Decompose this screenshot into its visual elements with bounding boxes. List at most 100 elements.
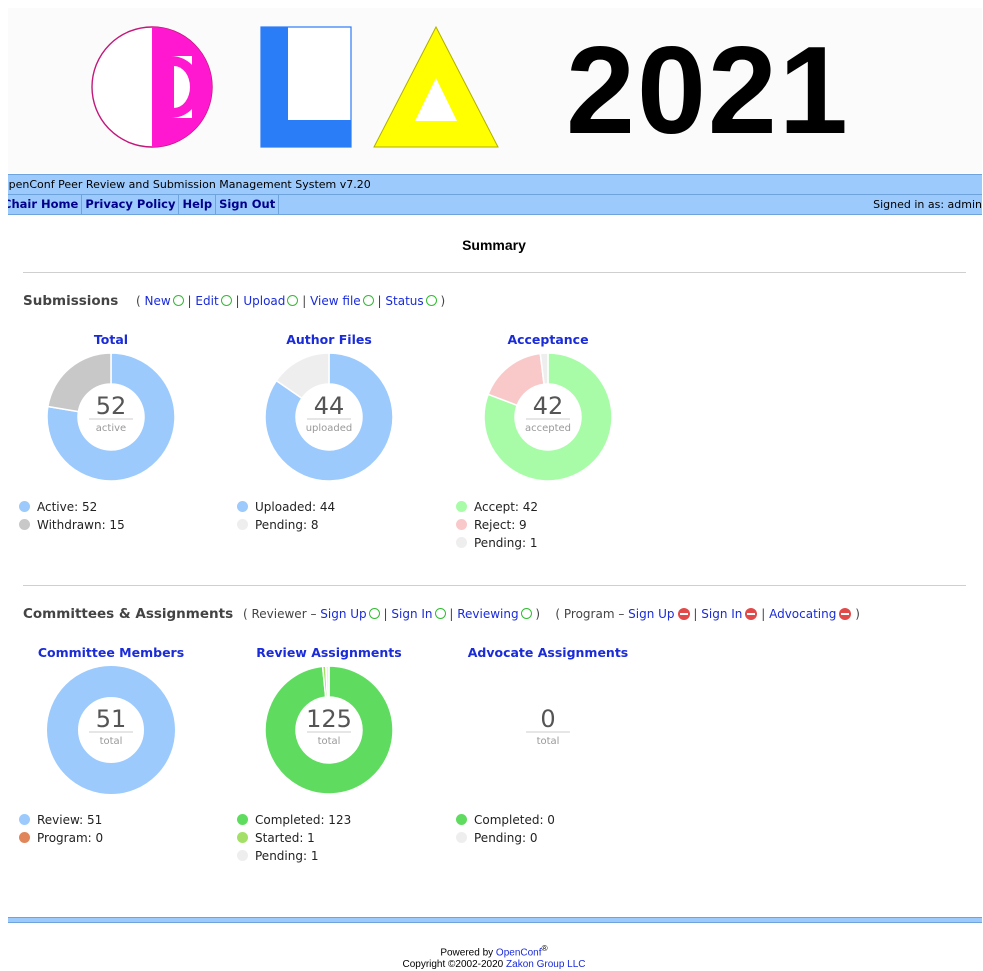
reviewer-sign-in-link[interactable]: Sign In [391,607,432,621]
legend-label: Uploaded: 44 [255,500,336,514]
program-sign-in-link[interactable]: Sign In [701,607,742,621]
legend-item: Started: 1 [237,831,351,849]
legend-label: Pending: 8 [255,518,319,532]
submissions-status-links: ( New | Edit | Upload | View file | Stat… [136,294,446,308]
registered-mark: ® [541,943,548,953]
committee-status-links: ( Reviewer – Sign Up | Sign In | Reviewi… [243,607,860,621]
legend-item: Accept: 42 [456,500,538,518]
legend-swatch [19,501,30,512]
review-assignments-chart: Review Assignments 125 total Completed: 1… [229,645,429,875]
reviewer-sign-up-link[interactable]: Sign Up [320,607,366,621]
legend-item: Reject: 9 [456,518,538,536]
legend-item: Pending: 1 [456,536,538,554]
chart-center-value: 125 [306,705,352,733]
divider [23,272,966,273]
reviewing-link[interactable]: Reviewing [457,607,518,621]
legend-label: Active: 52 [37,500,98,514]
chart-center-value: 0 [540,705,555,733]
legend-label: Completed: 123 [255,813,352,827]
chart-center-label: active [96,423,126,434]
program-sign-up-link[interactable]: Sign Up [628,607,674,621]
chart-title[interactable]: Advocate Assignments [448,645,648,660]
committee-members-chart: Committee Members 51 total Review: 51 Prog… [11,645,211,875]
chart-center-value: 42 [533,392,564,420]
submissions-edit-link[interactable]: Edit [195,294,218,308]
closed-status-icon [677,608,690,620]
nav-sign-out[interactable]: Sign Out [216,195,280,214]
logo-d-shape [91,26,213,148]
zakon-group-link[interactable]: Zakon Group LLC [506,959,586,970]
chart-center-value: 51 [96,705,127,733]
legend-swatch [456,832,467,843]
conference-banner: 2021 [8,8,982,173]
legend-swatch [19,814,30,825]
submissions-section-title: Submissions [23,293,119,309]
nav-help[interactable]: Help [179,195,217,214]
legend-swatch [456,537,467,548]
open-status-icon [287,295,299,306]
chart-legend: Completed: 123 Started: 1 Pending: 1 [237,813,351,867]
submissions-view-file-link[interactable]: View file [310,294,361,308]
legend-label: Pending: 1 [255,849,319,863]
legend-swatch [237,850,248,861]
legend-label: Pending: 1 [474,536,538,550]
open-status-icon [368,608,380,619]
openconf-link[interactable]: OpenConf [496,947,542,958]
legend-label: Pending: 0 [474,831,538,845]
chart-title[interactable]: Author Files [229,332,429,347]
legend-label: Review: 51 [37,813,103,827]
legend-item: Pending: 8 [237,518,335,536]
open-status-icon [425,295,437,306]
chart-center-label: total [537,736,560,747]
copyright-label: Copyright ©2002-2020 [402,959,504,971]
conference-logo: 2021 [91,22,850,160]
page-title: Summary [462,237,526,253]
chart-center-label: accepted [525,423,571,434]
system-title-bar: OpenConf Peer Review and Submission Mana… [8,174,982,195]
chart-title[interactable]: Acceptance [448,332,648,347]
legend-item: Uploaded: 44 [237,500,335,518]
advocating-link[interactable]: Advocating [769,607,836,621]
submissions-status-link[interactable]: Status [385,294,423,308]
nav-chair-home[interactable]: Chair Home [8,195,83,214]
donut-chart: 42 accepted [483,352,613,482]
logo-triangle-shape [373,25,499,148]
legend-swatch [456,501,467,512]
legend-swatch [237,814,248,825]
legend-swatch [456,814,467,825]
chart-center-label: total [318,736,341,747]
donut-chart: 52 active [46,352,176,482]
donut-chart: 51 total [47,666,175,794]
logo-l-shape [260,26,352,148]
chart-center-label: uploaded [306,423,353,434]
divider [23,585,966,586]
chart-title[interactable]: Total [11,332,211,347]
logo-year: 2021 [566,22,850,160]
legend-item: Pending: 0 [456,831,555,849]
legend-swatch [237,832,248,843]
legend-item: Review: 51 [19,813,103,831]
advocate-assignments-chart: Advocate Assignments 0 total Completed: 0… [448,645,648,875]
legend-swatch [19,519,30,530]
chart-center-label: total [100,736,123,747]
acceptance-chart: Acceptance 42 accepted Accept: 42 Reject: … [448,332,648,562]
donut-chart: 0 total [526,705,570,747]
legend-label: Reject: 9 [474,518,527,532]
main-navigation: Chair Home Privacy Policy Help Sign Out … [8,195,982,215]
chart-title[interactable]: Committee Members [11,645,211,660]
submissions-upload-link[interactable]: Upload [243,294,285,308]
legend-item: Active: 52 [19,500,125,518]
legend-label: Completed: 0 [474,813,555,827]
legend-label: Started: 1 [255,831,315,845]
chart-title[interactable]: Review Assignments [229,645,429,660]
open-status-icon [220,295,232,306]
chart-center-value: 52 [96,392,127,420]
total-chart: Total 52 active Active: 52 Withdrawn: 15 [11,332,211,562]
committees-section-title: Committees & Assignments [23,606,234,622]
legend-label: Withdrawn: 15 [37,518,125,532]
donut-chart: 125 total [264,665,394,795]
author-files-chart: Author Files 44 uploaded Uploaded: 44 Pend… [229,332,429,562]
submissions-new-link[interactable]: New [145,294,171,308]
nav-privacy-policy[interactable]: Privacy Policy [82,195,180,214]
chart-legend: Active: 52 Withdrawn: 15 [19,500,125,536]
